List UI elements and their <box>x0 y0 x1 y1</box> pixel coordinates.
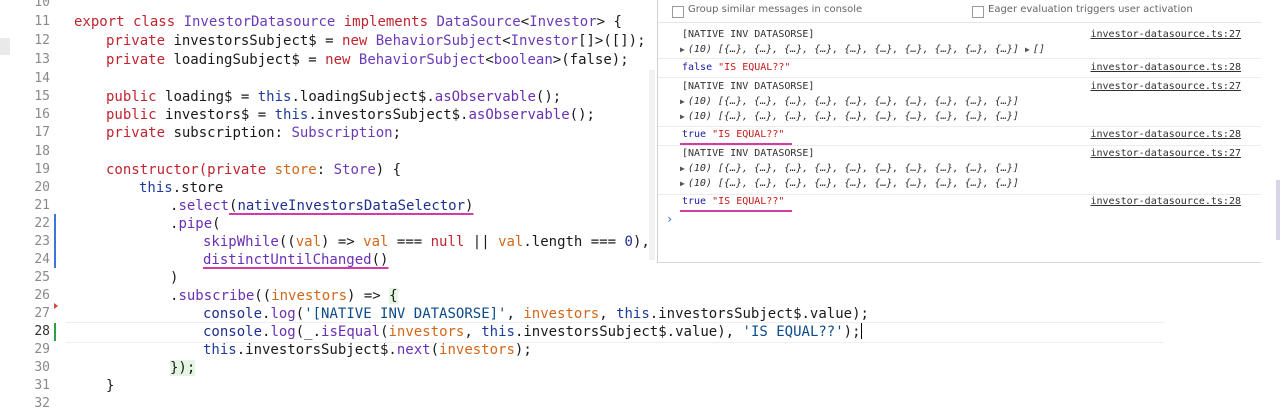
line-number: 20 <box>34 180 50 195</box>
group-similar-checkbox[interactable] <box>672 6 684 18</box>
expand-triangle-icon: ▶ <box>680 112 685 121</box>
console-log-value: true "IS EQUAL??" <box>682 196 785 207</box>
code-line-15: public loading$ = this.loadingSubject$.a… <box>106 89 562 105</box>
code-line-30: }); <box>170 360 196 376</box>
modified-lines-indicator <box>54 214 56 268</box>
group-similar-label: Group similar messages in console <box>688 4 863 15</box>
expand-triangle-icon: ▶ <box>680 179 685 188</box>
console-array-row[interactable]: ▶ (10) [{…}, {…}, {…}, {…}, {…}, {…}, {…}… <box>680 42 1045 57</box>
code-line-21: .select(nativeInvestorsDataSelector) <box>170 198 474 214</box>
line-number-gutter: 10 11 12 13 14 15 16 17 18 19 20 21 22 2… <box>0 0 60 411</box>
source-link[interactable]: investor-datasource.ts:27 <box>1090 146 1241 161</box>
line-number: 12 <box>34 33 50 48</box>
code-line-17: private subscription: Subscription; <box>106 125 402 141</box>
changed-line-indicator <box>54 323 56 341</box>
expand-triangle-icon: ▶ <box>1025 45 1030 54</box>
expand-triangle-icon: ▶ <box>680 97 685 106</box>
line-number: 14 <box>34 71 50 86</box>
code-line-26: .subscribe((investors) => { <box>170 288 398 304</box>
console-message: false "IS EQUAL??" investor-datasource.t… <box>658 59 1261 78</box>
console-array-row[interactable]: ▶ (10) [{…}, {…}, {…}, {…}, {…}, {…}, {…}… <box>680 109 1019 124</box>
devtools-console[interactable]: Group similar messages in console Eager … <box>657 0 1261 263</box>
console-log-label: [NATIVE INV DATASORSE] <box>682 148 815 159</box>
source-link[interactable]: investor-datasource.ts:28 <box>1090 127 1241 142</box>
expand-triangle-icon: ▶ <box>680 45 685 54</box>
console-array-row[interactable]: ▶ (10) [{…}, {…}, {…}, {…}, {…}, {…}, {…}… <box>680 161 1019 176</box>
console-log-label: [NATIVE INV DATASORSE] <box>682 29 815 40</box>
line-number: 30 <box>34 360 50 375</box>
console-log-value: true "IS EQUAL??" <box>682 129 785 140</box>
line-number: 24 <box>34 252 50 267</box>
code-line-12: private investorsSubject$ = new Behavior… <box>106 33 646 49</box>
line-number: 21 <box>34 198 50 213</box>
line-number: 16 <box>34 107 50 122</box>
console-settings-bar: Group similar messages in console Eager … <box>658 0 1261 23</box>
editor-scrollbar[interactable] <box>1276 180 1280 240</box>
console-prompt-icon[interactable]: › <box>666 212 673 226</box>
highlight-underline <box>680 210 792 212</box>
console-array-row[interactable]: ▶ (10) [{…}, {…}, {…}, {…}, {…}, {…}, {…}… <box>680 94 1019 109</box>
eager-eval-checkbox[interactable] <box>972 6 984 18</box>
code-line-20: this.store <box>139 180 224 196</box>
source-link[interactable]: investor-datasource.ts:28 <box>1090 194 1241 209</box>
text-cursor <box>860 323 862 339</box>
source-link[interactable]: investor-datasource.ts:27 <box>1090 27 1241 42</box>
line-number: 23 <box>34 234 50 249</box>
code-line-23: skipWhile((val) => val === null || val.l… <box>203 234 650 250</box>
line-number: 32 <box>34 396 50 411</box>
console-message: [NATIVE INV DATASORSE] ▶ (10) [{…}, {…}, … <box>658 146 1261 195</box>
code-line-29: this.investorsSubject$.next(investors); <box>203 342 532 358</box>
code-line-27: console.log('[NATIVE INV DATASORSE]', in… <box>203 306 869 322</box>
code-line-13: private loadingSubject$ = new BehaviorSu… <box>106 52 629 68</box>
console-array-row[interactable]: ▶ (10) [{…}, {…}, {…}, {…}, {…}, {…}, {…}… <box>680 176 1019 191</box>
line-number: 26 <box>34 288 50 303</box>
line-number: 29 <box>34 342 50 357</box>
code-line-24: distinctUntilChanged() <box>203 252 389 268</box>
pane-splitter[interactable] <box>649 70 655 260</box>
code-line-11: export class InvestorDatasource implemen… <box>74 14 622 30</box>
code-line-16: public investors$ = this.investorsSubjec… <box>106 107 595 123</box>
console-message: [NATIVE INV DATASORSE] ▶ (10) [{…}, {…}, … <box>658 78 1261 127</box>
source-link[interactable]: investor-datasource.ts:28 <box>1090 60 1241 75</box>
line-number: 31 <box>34 378 50 393</box>
line-number: 18 <box>34 144 50 159</box>
line-number: 19 <box>34 162 50 177</box>
code-line-19: constructor(private store: Store) { <box>106 162 402 178</box>
line-number: 27 <box>34 306 50 321</box>
line-number: 10 <box>34 0 50 10</box>
line-number: 13 <box>34 52 50 67</box>
source-link[interactable]: investor-datasource.ts:27 <box>1090 79 1241 94</box>
console-message: [NATIVE INV DATASORSE] ▶ (10) [{…}, {…}, … <box>658 24 1261 59</box>
expand-triangle-icon: ▶ <box>680 164 685 173</box>
line-number: 25 <box>34 270 50 285</box>
line-number-active: 28 <box>34 324 50 339</box>
eager-eval-label: Eager evaluation triggers user activatio… <box>988 4 1193 15</box>
highlight-underline <box>680 143 792 145</box>
line-number: 15 <box>34 89 50 104</box>
code-line-22: .pipe( <box>170 216 221 232</box>
breakpoint-marker[interactable] <box>54 303 58 309</box>
line-number: 11 <box>34 14 50 29</box>
code-line-25: ) <box>170 270 179 286</box>
code-line-31: } <box>106 378 115 394</box>
console-log-value: false "IS EQUAL??" <box>682 62 791 73</box>
console-log-label: [NATIVE INV DATASORSE] <box>682 81 815 92</box>
line-number: 17 <box>34 125 50 140</box>
line-number: 22 <box>34 216 50 231</box>
code-line-28: console.log(_.isEqual(investors, this.in… <box>203 323 862 340</box>
